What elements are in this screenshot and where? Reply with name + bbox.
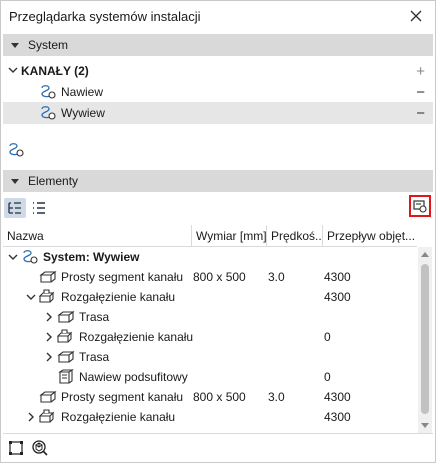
duct-segment-icon	[39, 389, 57, 405]
window-title: Przeglądarka systemów instalacji	[9, 8, 201, 24]
chevron-down-icon[interactable]	[7, 247, 19, 267]
system-group-row[interactable]: KANAŁY (2) +	[3, 60, 433, 82]
cell-name: Nawiew podsufitowy	[79, 370, 188, 384]
column-header-flow[interactable]: Przepływ objęt...	[322, 225, 417, 247]
table-row[interactable]: Nawiew podsufitowy 0	[3, 367, 417, 387]
duct-branch-icon	[38, 409, 57, 425]
table-row[interactable]: Rozgałęzienie kanału 0	[3, 327, 417, 347]
scroll-up-arrow-icon[interactable]	[421, 252, 429, 257]
elements-table-header: Nazwa Wymiar [mm] Prędkoś... Przepływ ob…	[3, 225, 417, 247]
system-item-label: Wywiew	[61, 106, 105, 120]
table-row[interactable]: Trasa	[3, 347, 417, 367]
cell-name: Rozgałęzienie kanału	[61, 290, 176, 304]
chevron-down-icon[interactable]	[25, 287, 37, 307]
cell-name: Trasa	[79, 350, 110, 364]
table-row[interactable]: System: Wywiew	[3, 247, 417, 267]
table-row[interactable]: Rozgałęzienie kanału 4300	[3, 407, 417, 427]
cell-name: Prosty segment kanału	[61, 270, 184, 284]
duct-system-icon	[9, 143, 24, 157]
elements-settings-button[interactable]	[409, 195, 431, 217]
mep-system-browser-panel: Przeglądarka systemów instalacji System …	[0, 0, 436, 463]
add-system-button[interactable]: +	[416, 63, 425, 80]
chevron-down-icon[interactable]	[7, 60, 19, 80]
list-view-icon	[33, 202, 45, 214]
tree-view-toggle[interactable]	[4, 198, 26, 218]
collapse-triangle-icon	[11, 178, 19, 184]
chevron-right-icon[interactable]	[25, 407, 37, 427]
column-header-speed[interactable]: Prędkoś...	[266, 225, 322, 247]
system-group-label: KANAŁY (2)	[21, 64, 89, 78]
elements-section-header[interactable]: Elementy	[3, 170, 433, 192]
remove-system-button[interactable]: −	[416, 84, 425, 101]
title-bar: Przeglądarka systemów instalacji	[1, 1, 435, 31]
cell-flow: 0	[324, 370, 331, 384]
duct-system-icon	[21, 249, 39, 265]
air-terminal-icon	[57, 368, 75, 385]
bottom-toolbar	[3, 433, 433, 461]
duct-branch-icon	[56, 329, 75, 345]
chevron-right-icon[interactable]	[43, 327, 55, 347]
table-row[interactable]: Prosty segment kanału 800 x 500 3.0 4300	[3, 267, 417, 287]
column-header-size[interactable]: Wymiar [mm]	[191, 225, 266, 247]
settings-icon	[413, 200, 427, 213]
table-row[interactable]: Rozgałęzienie kanału 4300	[3, 287, 417, 307]
table-row[interactable]: Prosty segment kanału 800 x 500 3.0 4300	[3, 387, 417, 407]
duct-segment-icon	[57, 309, 75, 325]
zoom-3d-icon	[32, 440, 48, 456]
selection-frame-icon	[9, 441, 23, 455]
table-row[interactable]: Trasa	[3, 307, 417, 327]
duct-segment-icon	[57, 349, 75, 365]
cell-size: 800 x 500	[193, 390, 246, 404]
tree-view-icon	[8, 202, 21, 214]
list-view-toggle[interactable]	[28, 198, 50, 218]
system-item-nawiew[interactable]: Nawiew −	[3, 81, 433, 103]
duct-branch-icon	[38, 289, 57, 305]
cell-name: Rozgałęzienie kanału	[79, 330, 194, 344]
system-item-wywiew[interactable]: Wywiew −	[3, 102, 433, 124]
cell-speed: 3.0	[268, 390, 285, 404]
chevron-right-icon[interactable]	[43, 307, 55, 327]
duct-system-icon	[39, 84, 57, 100]
scrollbar-thumb[interactable]	[421, 264, 429, 414]
cell-flow: 0	[324, 330, 331, 344]
duct-system-icon	[39, 105, 57, 121]
cell-name: Prosty segment kanału	[61, 390, 184, 404]
cell-flow: 4300	[324, 290, 351, 304]
system-section-title: System	[28, 38, 69, 52]
elements-table-body: System: Wywiew Prosty segment kanału 800 x…	[3, 247, 417, 432]
scroll-down-arrow-icon[interactable]	[421, 423, 429, 428]
vertical-scrollbar[interactable]	[418, 247, 432, 433]
cell-name: System: Wywiew	[43, 250, 140, 264]
remove-system-button[interactable]: −	[416, 105, 425, 122]
cell-flow: 4300	[324, 410, 351, 424]
select-elements-button[interactable]	[5, 438, 27, 458]
close-icon[interactable]	[407, 7, 425, 25]
column-header-name[interactable]: Nazwa	[3, 225, 191, 247]
duct-segment-icon	[39, 269, 57, 285]
cell-name: Rozgałęzienie kanału	[61, 410, 176, 424]
cell-name: Trasa	[79, 310, 110, 324]
collapse-triangle-icon	[11, 42, 19, 48]
system-section-header[interactable]: System	[3, 34, 433, 56]
cell-flow: 4300	[324, 270, 351, 284]
system-item-label: Nawiew	[61, 85, 104, 99]
cell-size: 800 x 500	[193, 270, 246, 284]
chevron-right-icon[interactable]	[43, 347, 55, 367]
new-system-button[interactable]	[5, 140, 27, 160]
cell-speed: 3.0	[268, 270, 285, 284]
elements-section-title: Elementy	[28, 174, 79, 188]
cell-flow: 4300	[324, 390, 351, 404]
zoom-to-selection-button[interactable]	[29, 438, 51, 458]
